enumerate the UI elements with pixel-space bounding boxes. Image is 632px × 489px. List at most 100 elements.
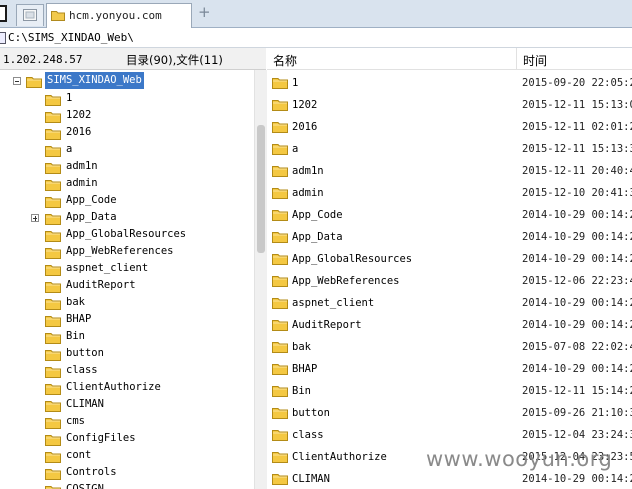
file-name: a xyxy=(292,143,299,155)
list-row[interactable]: BHAP 2014-10-29 00:14:29 xyxy=(267,358,632,380)
folder-icon xyxy=(45,384,61,395)
list-row[interactable]: App_WebReferences 2015-12-06 22:23:45 xyxy=(267,270,632,292)
tree-item-label: 2016 xyxy=(66,126,92,138)
file-name: Bin xyxy=(292,385,311,397)
tree-root-label: SIMS_XINDAO_Web xyxy=(45,72,144,89)
folder-icon xyxy=(272,430,288,441)
tree-item-label: Controls xyxy=(66,466,117,478)
tree-item-label: 1202 xyxy=(66,109,92,121)
path-bar[interactable]: C:\SIMS_XINDAO_Web\ xyxy=(0,28,632,48)
folder-icon xyxy=(45,214,61,225)
folder-icon xyxy=(45,435,61,446)
tree-item-label: cms xyxy=(66,415,85,427)
collapse-icon[interactable] xyxy=(13,77,21,85)
file-time: 2014-10-29 00:14:29 xyxy=(522,473,632,485)
tree-header: 1.202.248.57 目录(90),文件(11) xyxy=(0,48,266,70)
file-name: AuditReport xyxy=(292,319,362,331)
file-time: 2015-12-11 15:14:25 xyxy=(522,385,632,397)
tree-item-label: App_WebReferences xyxy=(66,245,174,257)
tab-hcm[interactable]: hcm.yonyou.com xyxy=(46,3,192,28)
tree-item-label: cont xyxy=(66,449,92,461)
folder-icon xyxy=(45,95,61,106)
tree-scrollbar[interactable] xyxy=(254,70,267,489)
tree-item-label: CLIMAN xyxy=(66,398,104,410)
tab-title: hcm.yonyou.com xyxy=(69,9,162,22)
list-row[interactable]: CLIMAN 2014-10-29 00:14:29 xyxy=(267,468,632,489)
folder-icon xyxy=(272,342,288,353)
folder-icon xyxy=(45,129,61,140)
tree-item-label: button xyxy=(66,347,104,359)
file-time: 2015-12-11 02:01:25 xyxy=(522,121,632,133)
list-row[interactable]: App_GlobalResources 2014-10-29 00:14:29 xyxy=(267,248,632,270)
folder-icon xyxy=(272,210,288,221)
file-name: CLIMAN xyxy=(292,473,330,485)
list-row[interactable]: App_Data 2014-10-29 00:14:29 xyxy=(267,226,632,248)
list-row[interactable]: App_Code 2014-10-29 00:14:29 xyxy=(267,204,632,226)
list-row[interactable]: Bin 2015-12-11 15:14:25 xyxy=(267,380,632,402)
tree-item-label: Bin xyxy=(66,330,85,342)
file-time: 2014-10-29 00:14:29 xyxy=(522,319,632,331)
tree-item-label: a xyxy=(66,143,73,155)
file-time: 2015-12-06 22:23:45 xyxy=(522,275,632,287)
list-row[interactable]: 1 2015-09-20 22:05:23 xyxy=(267,72,632,94)
list-row[interactable]: aspnet_client 2014-10-29 00:14:29 xyxy=(267,292,632,314)
folder-icon xyxy=(45,231,61,242)
folder-tree[interactable]: SIMS_XINDAO_Web 1 1202 2016 a adm1n admin App_C… xyxy=(0,70,254,489)
column-separator[interactable] xyxy=(516,48,517,70)
drive-icon xyxy=(0,32,6,44)
file-name: App_Code xyxy=(292,209,343,221)
window-edge-icon xyxy=(0,5,7,22)
folder-icon xyxy=(45,367,61,378)
file-time: 2014-10-29 00:14:29 xyxy=(522,363,632,375)
list-row[interactable]: class 2015-12-04 23:24:36 xyxy=(267,424,632,446)
folder-icon xyxy=(272,408,288,419)
new-tab-button[interactable]: + xyxy=(198,5,211,20)
folder-icon xyxy=(272,452,288,463)
tree-item-label: admin xyxy=(66,177,98,189)
list-row[interactable]: 2016 2015-12-11 02:01:25 xyxy=(267,116,632,138)
path-input[interactable]: C:\SIMS_XINDAO_Web\ xyxy=(8,31,134,44)
file-time: 2015-12-04 23:24:36 xyxy=(522,429,632,441)
folder-icon xyxy=(45,180,61,191)
list-header: 名称 时间 xyxy=(267,48,632,70)
list-row[interactable]: 1202 2015-12-11 15:13:06 xyxy=(267,94,632,116)
list-row[interactable]: button 2015-09-26 21:10:35 xyxy=(267,402,632,424)
scrollbar-thumb[interactable] xyxy=(257,125,265,253)
folder-icon xyxy=(272,474,288,485)
tree-item-label: App_GlobalResources xyxy=(66,228,187,240)
folder-icon xyxy=(272,254,288,265)
folder-icon xyxy=(272,188,288,199)
file-time: 2014-10-29 00:14:29 xyxy=(522,231,632,243)
tree-item-label: App_Code xyxy=(66,194,117,206)
column-name-header[interactable]: 名称 xyxy=(273,52,297,69)
file-time: 2014-10-29 00:14:29 xyxy=(522,209,632,221)
list-row[interactable]: adm1n 2015-12-11 20:40:40 xyxy=(267,160,632,182)
list-row[interactable]: a 2015-12-11 15:13:30 xyxy=(267,138,632,160)
tree-item-label: COSIGN xyxy=(66,483,104,489)
file-name: button xyxy=(292,407,330,419)
tree-item-label: BHAP xyxy=(66,313,92,325)
tab-blank[interactable] xyxy=(16,4,44,26)
folder-icon xyxy=(45,401,61,412)
folder-icon xyxy=(45,299,61,310)
tree-item-label: aspnet_client xyxy=(66,262,149,274)
folder-icon xyxy=(45,197,61,208)
folder-icon xyxy=(45,469,61,480)
file-name: 1 xyxy=(292,77,299,89)
column-time-header[interactable]: 时间 xyxy=(523,52,547,69)
list-row[interactable]: bak 2015-07-08 22:02:45 xyxy=(267,336,632,358)
file-list[interactable]: 1 2015-09-20 22:05:23 1202 2015-12-11 15:13… xyxy=(267,72,632,489)
file-time: 2014-10-29 00:14:29 xyxy=(522,253,632,265)
expand-icon[interactable] xyxy=(31,214,39,222)
list-row[interactable]: admin 2015-12-10 20:41:35 xyxy=(267,182,632,204)
folder-icon xyxy=(45,265,61,276)
file-time: 2015-12-11 15:13:30 xyxy=(522,143,632,155)
list-row[interactable]: AuditReport 2014-10-29 00:14:29 xyxy=(267,314,632,336)
folder-icon xyxy=(45,333,61,344)
file-time: 2015-12-10 20:41:35 xyxy=(522,187,632,199)
file-name: bak xyxy=(292,341,311,353)
file-time: 2014-10-29 00:14:29 xyxy=(522,297,632,309)
file-time: 2015-12-11 15:13:06 xyxy=(522,99,632,111)
tree-item-label: AuditReport xyxy=(66,279,136,291)
folder-icon xyxy=(45,350,61,361)
